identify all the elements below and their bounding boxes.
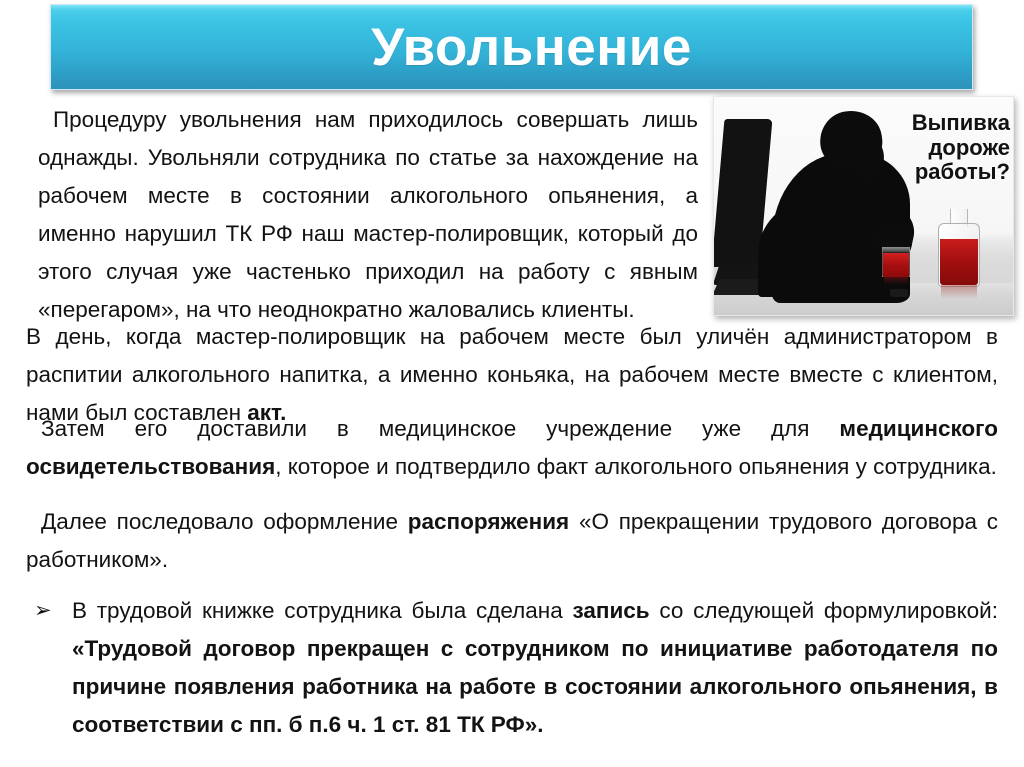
- photo-caption-line-2: дороже: [928, 134, 1010, 160]
- paragraph-3: Затем его доставили в медицинское учрежд…: [26, 410, 998, 486]
- glass-liquid: [883, 253, 909, 277]
- illustration-drinking-at-work: Выпивка дороже работы?: [713, 96, 1014, 316]
- slide-title-banner: Увольнение: [50, 4, 973, 90]
- photo-caption-line-1: Выпивка: [911, 110, 1010, 135]
- bullet-bold-quote: «Трудовой договор прекращен с сотруднико…: [72, 636, 998, 737]
- decanter-liquid: [940, 239, 978, 285]
- bullet-text-start: В трудовой книжке сотрудника была сделан…: [72, 598, 573, 623]
- paragraph-4: Далее последовало оформление распоряжени…: [26, 503, 998, 579]
- list-item-text: В трудовой книжке сотрудника была сделан…: [72, 592, 998, 744]
- bullet-bold-zapis: запись: [572, 598, 650, 623]
- paragraph-3-text-start: Затем его доставили в медицинское учрежд…: [41, 416, 840, 441]
- paragraph-4-text-start: Далее последовало оформление: [41, 509, 408, 534]
- paragraph-1: Процедуру увольнения нам приходилось сов…: [38, 107, 698, 322]
- photo-caption: Выпивка дороже работы?: [884, 110, 1010, 185]
- paragraph-3-text-end: , которое и подтвердило факт алкогольног…: [275, 454, 997, 479]
- decanter-reflection: [941, 285, 977, 299]
- paragraph-4-bold-order: распоряжения: [407, 509, 570, 534]
- photo-background: Выпивка дороже работы?: [714, 97, 1013, 315]
- bullet-text-middle: со следующей формулировкой:: [649, 598, 999, 623]
- paragraph-block-1: Процедуру увольнения нам приходилось сов…: [38, 101, 698, 329]
- paragraph-block-4: Далее последовало оформление распоряжени…: [26, 503, 998, 579]
- man-shoulder-silhouette: [758, 201, 850, 297]
- page-title: Увольнение: [371, 17, 692, 77]
- arrow-bullet-icon: ➢: [34, 599, 52, 622]
- bottle-cap-icon: [890, 289, 908, 297]
- glass-reflection: [884, 277, 908, 285]
- list-item: ➢ В трудовой книжке сотрудника была сдел…: [34, 592, 998, 744]
- photo-caption-line-3: работы?: [914, 159, 1010, 185]
- paragraph-block-3: Затем его доставили в медицинское учрежд…: [26, 410, 998, 486]
